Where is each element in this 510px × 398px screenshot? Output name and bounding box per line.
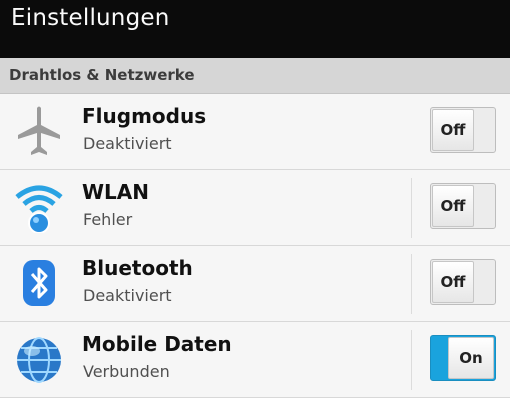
- divider: [411, 178, 412, 238]
- setting-status: Deaktiviert: [83, 134, 172, 153]
- setting-row-bluetooth[interactable]: Bluetooth Deaktiviert Off: [0, 246, 510, 322]
- divider: [411, 254, 412, 314]
- section-header: Drahtlos & Netzwerke: [0, 58, 510, 94]
- divider: [411, 330, 412, 390]
- wlan-toggle[interactable]: Off: [430, 183, 496, 229]
- setting-row-wlan[interactable]: WLAN Fehler Off: [0, 170, 510, 246]
- setting-title: Flugmodus: [82, 104, 207, 128]
- wifi-icon: [15, 185, 63, 233]
- toggle-label: Off: [432, 261, 474, 303]
- setting-status: Deaktiviert: [83, 286, 172, 305]
- flugmodus-toggle[interactable]: Off: [430, 107, 496, 153]
- mobile-daten-toggle[interactable]: On: [430, 335, 496, 381]
- globe-icon: [17, 337, 61, 383]
- toggle-label: On: [448, 337, 494, 379]
- bluetooth-icon: [23, 260, 55, 306]
- setting-title: WLAN: [82, 180, 150, 204]
- title-bar: Einstellungen: [0, 0, 510, 58]
- setting-title: Mobile Daten: [82, 332, 232, 356]
- page-title: Einstellungen: [11, 5, 170, 31]
- setting-row-flugmodus[interactable]: Flugmodus Deaktiviert Off: [0, 94, 510, 170]
- setting-status: Fehler: [83, 210, 133, 229]
- setting-row-mobile-daten[interactable]: Mobile Daten Verbunden On: [0, 322, 510, 398]
- setting-status: Verbunden: [83, 362, 170, 381]
- setting-title: Bluetooth: [82, 256, 193, 280]
- toggle-label: Off: [432, 109, 474, 151]
- airplane-icon: [18, 106, 60, 155]
- section-label: Drahtlos & Netzwerke: [9, 66, 195, 84]
- bluetooth-toggle[interactable]: Off: [430, 259, 496, 305]
- toggle-label: Off: [432, 185, 474, 227]
